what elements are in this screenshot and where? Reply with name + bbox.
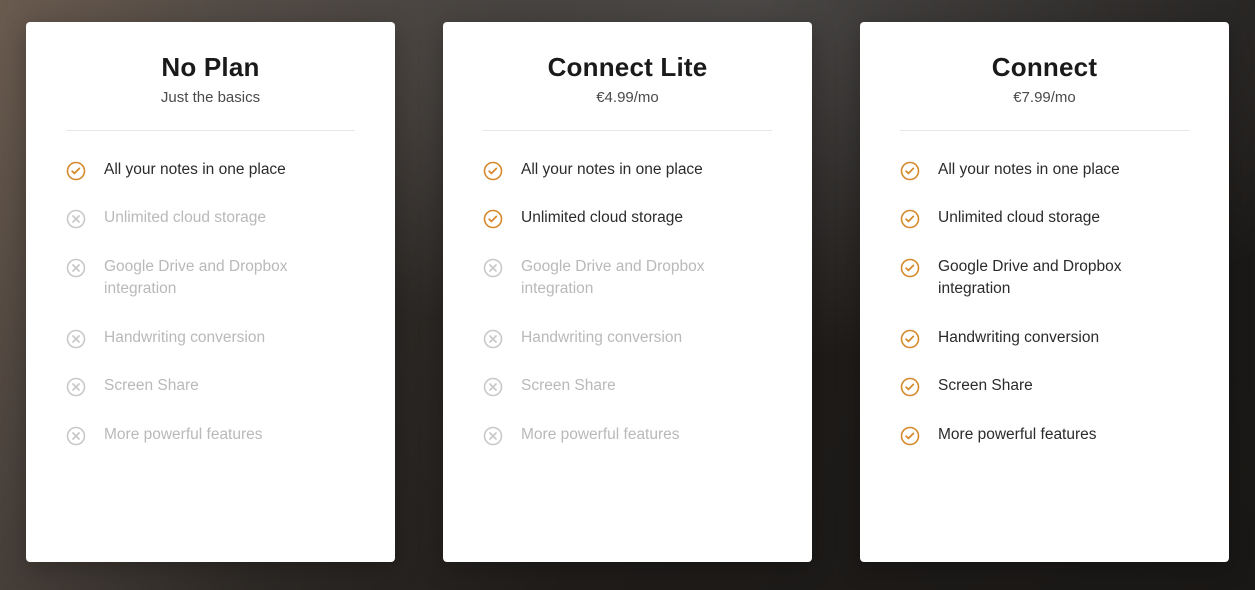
x-icon [483, 258, 503, 278]
feature-label: More powerful features [938, 424, 1097, 446]
feature-label: Google Drive and Dropbox integration [938, 256, 1189, 301]
check-icon [900, 161, 920, 181]
feature-label: Unlimited cloud storage [938, 207, 1100, 229]
feature-row: Handwriting conversion [483, 327, 772, 349]
feature-row: Handwriting conversion [66, 327, 355, 349]
feature-label: More powerful features [104, 424, 263, 446]
x-icon [66, 329, 86, 349]
feature-label: Google Drive and Dropbox integration [521, 256, 772, 301]
check-icon [66, 161, 86, 181]
feature-label: Screen Share [104, 375, 199, 397]
feature-row: Unlimited cloud storage [900, 207, 1189, 229]
plan-subtitle: €4.99/mo [483, 89, 772, 106]
x-icon [66, 209, 86, 229]
pricing-background: No Plan Just the basics All your notes i… [0, 0, 1255, 590]
feature-row: Unlimited cloud storage [66, 207, 355, 229]
check-icon [900, 426, 920, 446]
feature-label: More powerful features [521, 424, 680, 446]
plan-card-no-plan: No Plan Just the basics All your notes i… [26, 22, 395, 562]
feature-label: Google Drive and Dropbox integration [104, 256, 355, 301]
x-icon [66, 377, 86, 397]
feature-row: All your notes in one place [900, 159, 1189, 181]
feature-row: Google Drive and Dropbox integration [66, 256, 355, 301]
x-icon [66, 426, 86, 446]
feature-row: Google Drive and Dropbox integration [483, 256, 772, 301]
feature-label: Handwriting conversion [938, 327, 1099, 349]
feature-row: More powerful features [483, 424, 772, 446]
plan-title: No Plan [66, 52, 355, 83]
feature-label: Screen Share [938, 375, 1033, 397]
feature-label: Handwriting conversion [521, 327, 682, 349]
feature-row: Screen Share [66, 375, 355, 397]
check-icon [483, 209, 503, 229]
x-icon [483, 377, 503, 397]
feature-row: Handwriting conversion [900, 327, 1189, 349]
plan-subtitle: €7.99/mo [900, 89, 1189, 106]
feature-row: Google Drive and Dropbox integration [900, 256, 1189, 301]
x-icon [483, 329, 503, 349]
feature-row: All your notes in one place [66, 159, 355, 181]
x-icon [66, 258, 86, 278]
plan-features: All your notes in one place Unlimited cl… [66, 159, 355, 446]
plan-title: Connect [900, 52, 1189, 83]
feature-label: Unlimited cloud storage [521, 207, 683, 229]
plan-subtitle: Just the basics [66, 89, 355, 106]
plan-features: All your notes in one place Unlimited cl… [900, 159, 1189, 446]
check-icon [900, 258, 920, 278]
check-icon [900, 209, 920, 229]
check-icon [900, 377, 920, 397]
plan-title: Connect Lite [483, 52, 772, 83]
feature-row: Screen Share [483, 375, 772, 397]
plan-header: Connect €7.99/mo [900, 52, 1189, 131]
feature-label: All your notes in one place [938, 159, 1120, 181]
feature-label: Handwriting conversion [104, 327, 265, 349]
check-icon [900, 329, 920, 349]
feature-row: Unlimited cloud storage [483, 207, 772, 229]
plan-header: No Plan Just the basics [66, 52, 355, 131]
feature-row: All your notes in one place [483, 159, 772, 181]
check-icon [483, 161, 503, 181]
plan-features: All your notes in one place Unlimited cl… [483, 159, 772, 446]
x-icon [483, 426, 503, 446]
feature-row: More powerful features [900, 424, 1189, 446]
plan-card-connect: Connect €7.99/mo All your notes in one p… [860, 22, 1229, 562]
feature-row: More powerful features [66, 424, 355, 446]
feature-label: Screen Share [521, 375, 616, 397]
plan-header: Connect Lite €4.99/mo [483, 52, 772, 131]
feature-row: Screen Share [900, 375, 1189, 397]
feature-label: All your notes in one place [104, 159, 286, 181]
plan-card-connect-lite: Connect Lite €4.99/mo All your notes in … [443, 22, 812, 562]
feature-label: Unlimited cloud storage [104, 207, 266, 229]
feature-label: All your notes in one place [521, 159, 703, 181]
